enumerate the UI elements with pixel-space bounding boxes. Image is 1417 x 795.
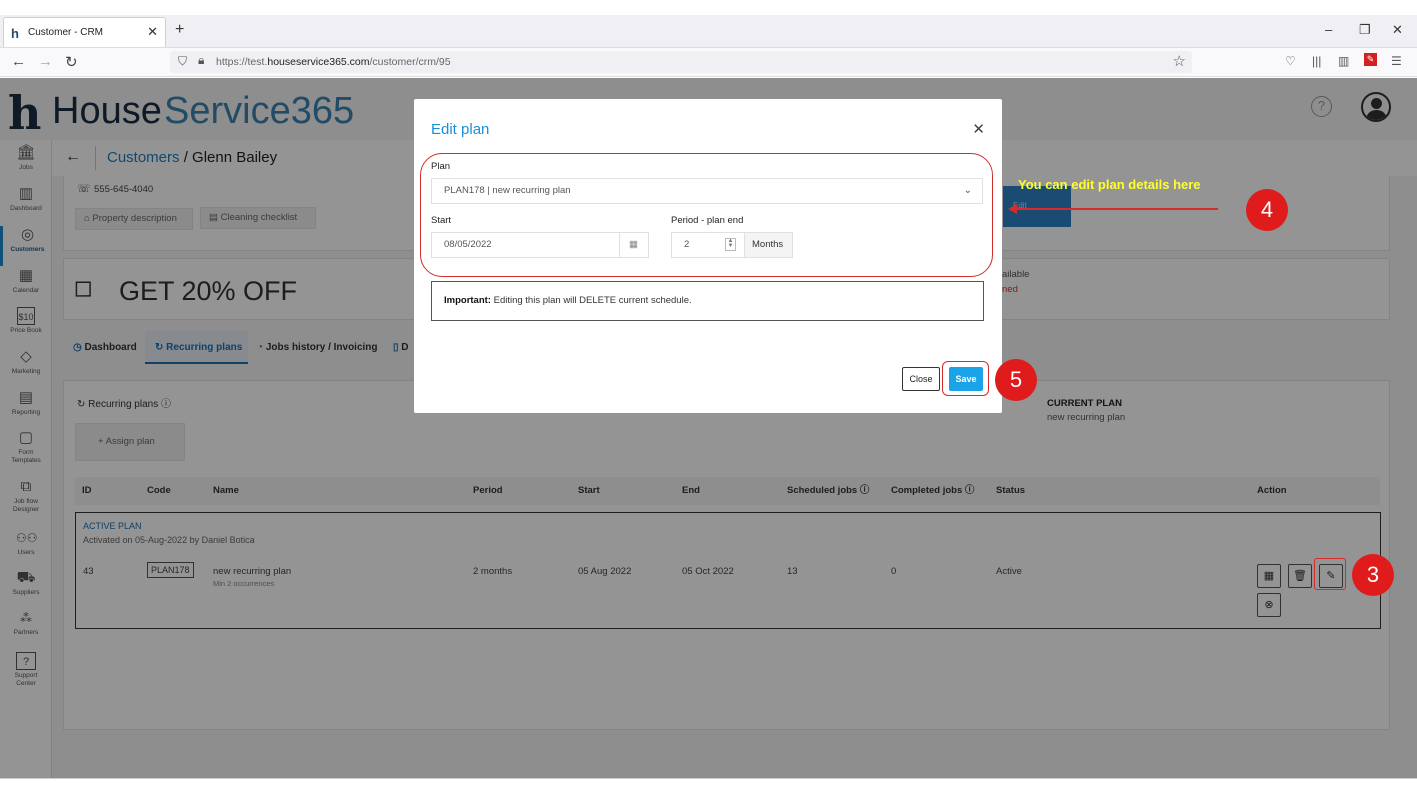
modal-title: Edit plan (431, 121, 490, 138)
library-icon[interactable]: ||| (1312, 54, 1321, 68)
site-favicon-icon: h (11, 26, 19, 41)
reload-icon[interactable]: ↻ (65, 53, 78, 71)
shield-icon: ⛉ (178, 54, 188, 68)
forward-icon[interactable]: → (38, 53, 53, 70)
edit-highlight (1314, 558, 1346, 590)
browser-tab-title: Customer - CRM (28, 27, 104, 38)
minimize-icon[interactable]: – (1325, 22, 1332, 37)
close-icon[interactable]: ✕ (972, 120, 985, 138)
browser-tab-bar: h Customer - CRM ✕ + – ❐ ✕ (0, 15, 1417, 48)
sidebar-toggle-icon[interactable]: ▥ (1338, 54, 1349, 68)
step-4-badge: 4 (1246, 189, 1288, 231)
extension-icon[interactable]: ✎ (1364, 53, 1377, 66)
step-3-badge: 3 (1352, 554, 1394, 596)
lock-icon: 🔒︎ (198, 53, 205, 67)
browser-tab[interactable]: h Customer - CRM ✕ (3, 17, 166, 47)
annotation-hint: You can edit plan details here (1018, 177, 1201, 192)
pocket-icon[interactable]: ♡ (1285, 54, 1296, 68)
important-notice: Important: Editing this plan will DELETE… (431, 281, 984, 321)
url-text: https://test.houseservice365.com/custome… (216, 56, 451, 68)
restore-icon[interactable]: ❐ (1359, 22, 1371, 38)
close-tab-icon[interactable]: ✕ (147, 24, 158, 40)
back-icon[interactable]: ← (11, 53, 26, 70)
close-window-icon[interactable]: ✕ (1392, 22, 1403, 38)
step-5-badge: 5 (995, 359, 1037, 401)
browser-nav-bar: ← → ↻ ⛉ 🔒︎ https://test.houseservice365.… (0, 48, 1417, 77)
arrow-head-icon (1008, 204, 1017, 214)
close-button[interactable]: Close (902, 367, 940, 391)
menu-icon[interactable]: ☰ (1391, 54, 1402, 68)
plan-fields-highlight (420, 153, 993, 277)
save-highlight (942, 361, 989, 396)
address-bar[interactable]: ⛉ 🔒︎ https://test.houseservice365.com/cu… (170, 51, 1192, 73)
new-tab-icon[interactable]: + (175, 21, 184, 39)
bottom-strip (0, 778, 1417, 795)
bookmark-star-icon[interactable]: ☆ (1173, 52, 1186, 70)
annotation-arrow (1013, 208, 1218, 210)
